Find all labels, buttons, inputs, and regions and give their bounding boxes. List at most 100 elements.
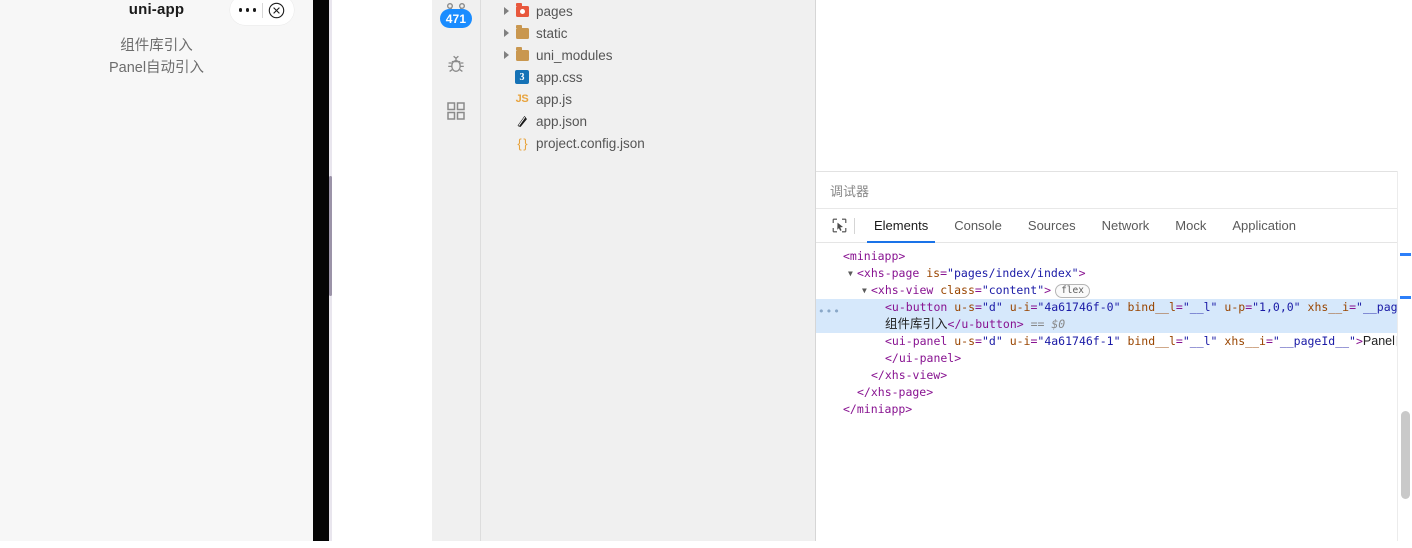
- dom-token-tg: >: [1078, 266, 1086, 280]
- tree-item-label: app.css: [536, 69, 583, 85]
- dom-token-av: "4a61746f-0": [1037, 300, 1121, 314]
- dom-tree[interactable]: <miniapp> ▼ <xhs-page is="pages/index/inde…: [816, 242, 1412, 548]
- tree-item-project-config-json[interactable]: { } project.config.json: [481, 132, 815, 154]
- debugger-scrollbar-thumb[interactable]: [1401, 411, 1410, 499]
- braces-file-icon: { }: [517, 135, 527, 151]
- tree-item-label: uni_modules: [536, 47, 613, 63]
- phone-bezel: [313, 0, 329, 541]
- debugger-scrollbar[interactable]: [1397, 171, 1412, 541]
- tree-item-uni-modules[interactable]: uni_modules: [481, 44, 815, 66]
- tree-item-app-css[interactable]: 3 app.css: [481, 66, 815, 88]
- nav-capsule[interactable]: [230, 0, 294, 25]
- dom-node-line[interactable]: <miniapp>: [816, 248, 1412, 265]
- json-app-file-icon: [513, 114, 531, 129]
- dom-node-line[interactable]: ••• <u-button u-s="d" u-i="4a61746f-0" bi…: [816, 299, 1412, 318]
- dom-token-av: "1,0,0": [1252, 300, 1301, 314]
- dom-token-tg: [1301, 300, 1308, 314]
- tree-item-static[interactable]: static: [481, 22, 815, 44]
- dom-node-line[interactable]: </ui-panel>: [816, 350, 1412, 367]
- dom-token-tg: =: [1265, 334, 1273, 348]
- expand-triangle-icon[interactable]: ▼: [862, 282, 871, 299]
- dom-token-an: u-s: [954, 334, 976, 348]
- dom-token-av: "__l": [1182, 334, 1218, 348]
- dom-token-av: "4a61746f-1": [1037, 334, 1121, 348]
- dom-token-tg: </xhs-view>: [871, 368, 948, 382]
- tab-label: Sources: [1027, 218, 1076, 233]
- editor-area: [816, 0, 1412, 171]
- sidebar-item-extensions[interactable]: [432, 92, 480, 132]
- tree-item-label: app.json: [536, 113, 588, 129]
- dom-token-av: "pages/index/index": [947, 266, 1079, 280]
- dom-token-an: bind__l: [1127, 300, 1176, 314]
- editor-gap: [332, 0, 432, 541]
- tree-item-label: pages: [536, 3, 573, 19]
- dom-token-an: u-s: [954, 300, 976, 314]
- debugger-panel: 调试器 Elements Console Sources Network Moc…: [816, 171, 1412, 542]
- expand-triangle-icon[interactable]: ▼: [848, 265, 857, 282]
- dom-token-av: "content": [981, 283, 1045, 297]
- tree-item-app-json[interactable]: app.json: [481, 110, 815, 132]
- dom-token-tg: [1003, 334, 1010, 348]
- tab-console[interactable]: Console: [941, 209, 1015, 242]
- dom-node-line[interactable]: 组件库引入</u-button> == $0: [816, 316, 1412, 333]
- tree-item-label: project.config.json: [536, 135, 645, 151]
- file-explorer: pages static uni_modules 3 app.css JS ap…: [481, 0, 816, 541]
- dom-token-an: is: [926, 266, 941, 280]
- dom-token-an: u-i: [1009, 300, 1031, 314]
- tab-label: Application: [1232, 218, 1296, 233]
- chevron-right-icon[interactable]: [499, 7, 513, 15]
- dom-token-tg: <miniapp>: [843, 249, 906, 263]
- activity-rail: 471: [432, 0, 481, 541]
- simulator-panel: uni-app 组件库引入 Panel自动引入: [0, 0, 313, 541]
- chevron-right-icon[interactable]: [499, 51, 513, 59]
- tab-mock[interactable]: Mock: [1162, 209, 1219, 242]
- source-control-badge: 471: [440, 9, 472, 28]
- dom-token-tg: =: [975, 300, 982, 314]
- tree-item-pages[interactable]: pages: [481, 0, 815, 22]
- dom-token-an: u-i: [1009, 334, 1031, 348]
- dom-node-line[interactable]: <ui-panel u-s="d" u-i="4a61746f-1" bind_…: [816, 333, 1412, 350]
- dom-node-line[interactable]: </xhs-page>: [816, 384, 1412, 401]
- tab-network[interactable]: Network: [1089, 209, 1163, 242]
- flex-badge[interactable]: flex: [1055, 284, 1090, 298]
- dom-token-tg: <ui-panel: [885, 334, 955, 348]
- dom-token-an: xhs__i: [1307, 300, 1350, 314]
- dom-token-an: u-p: [1224, 300, 1246, 314]
- ellipsis-icon[interactable]: [235, 8, 261, 12]
- app-window: uni-app 组件库引入 Panel自动引入 471 pages static…: [0, 0, 1412, 542]
- tab-sources[interactable]: Sources: [1015, 209, 1089, 242]
- tree-item-app-js[interactable]: JS app.js: [481, 88, 815, 110]
- tab-label: Console: [954, 218, 1002, 233]
- folder-icon: [513, 47, 531, 61]
- dom-token-tg: </ui-panel>: [885, 351, 962, 365]
- simulator-viewport: 组件库引入 Panel自动引入: [0, 33, 313, 541]
- tab-elements[interactable]: Elements: [861, 209, 941, 243]
- dom-token-tg: >: [1355, 334, 1363, 348]
- sidebar-item-source-control[interactable]: 471: [432, 0, 480, 34]
- dom-token-tg: </miniapp>: [843, 402, 913, 416]
- tree-item-label: app.js: [536, 91, 573, 107]
- dom-token-tg: <xhs-page: [857, 266, 927, 280]
- tab-application[interactable]: Application: [1219, 209, 1309, 242]
- inspect-element-icon[interactable]: [826, 209, 852, 242]
- dom-token-an: bind__l: [1127, 334, 1176, 348]
- chevron-right-icon[interactable]: [499, 29, 513, 37]
- dom-node-line[interactable]: ▼ <xhs-page is="pages/index/index">: [816, 265, 1412, 282]
- close-circle-icon[interactable]: [264, 2, 290, 19]
- dom-node-line[interactable]: ▼ <xhs-view class="content"> flex: [816, 282, 1412, 299]
- content-line-2: Panel自动引入: [108, 60, 205, 76]
- dom-token-tg: =: [1349, 300, 1357, 314]
- dom-token-tg: >: [1044, 283, 1052, 297]
- dom-node-line[interactable]: </xhs-view>: [816, 367, 1412, 384]
- tab-label: Network: [1101, 218, 1150, 233]
- dom-token-tg: <u-button: [885, 300, 955, 314]
- sidebar-item-debug[interactable]: [432, 45, 480, 85]
- dom-token-txt: 组件库引入: [885, 317, 948, 331]
- dom-token-an: xhs__i: [1224, 334, 1266, 348]
- content-line-1: 组件库引入: [120, 38, 193, 54]
- dom-token-tg: </u-button>: [947, 317, 1024, 331]
- debugger-tabbar: Elements Console Sources Network Mock Ap…: [816, 209, 1412, 243]
- dom-token-an: class: [940, 283, 975, 297]
- dom-node-line[interactable]: </miniapp>: [816, 401, 1412, 418]
- bug-icon: [444, 52, 468, 79]
